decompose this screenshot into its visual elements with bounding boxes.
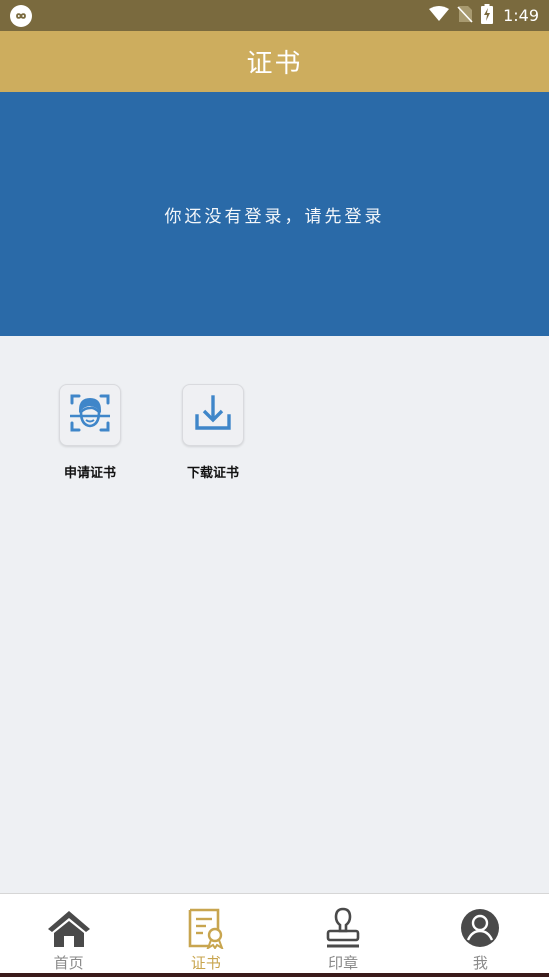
- tab-me-label: 我: [472, 954, 488, 972]
- no-sim-icon: [457, 5, 473, 27]
- tab-certificate[interactable]: 证书: [137, 894, 274, 973]
- tab-home[interactable]: 首页: [0, 894, 137, 973]
- apply-certificate-button[interactable]: 申请证书: [45, 384, 135, 481]
- apply-certificate-icon-box[interactable]: [59, 384, 121, 446]
- app-icon: [10, 4, 32, 27]
- certificate-icon: [183, 906, 229, 950]
- apply-certificate-label: 申请证书: [63, 466, 116, 481]
- app-header: 证书: [0, 31, 549, 92]
- tab-certificate-label: 证书: [190, 954, 221, 972]
- system-nav-strip: [0, 973, 549, 977]
- download-certificate-icon-box[interactable]: [182, 384, 244, 446]
- download-icon: [192, 392, 234, 438]
- tab-stamp[interactable]: 印章: [275, 894, 412, 973]
- login-prompt[interactable]: 你还没有登录，请先登录: [165, 202, 385, 227]
- tab-home-label: 首页: [53, 954, 84, 972]
- tab-stamp-label: 印章: [328, 954, 359, 972]
- status-bar: 1:49: [0, 0, 549, 31]
- login-banner[interactable]: 你还没有登录，请先登录: [0, 92, 549, 336]
- battery-charging-icon: [481, 3, 494, 28]
- face-scan-icon: [68, 391, 112, 439]
- page-title: 证书: [246, 49, 303, 79]
- download-certificate-label: 下载证书: [186, 466, 239, 481]
- wifi-icon: [429, 5, 450, 26]
- user-icon: [457, 906, 503, 950]
- status-time: 1:49: [503, 6, 539, 25]
- main-content: 申请证书 下载证书: [0, 336, 549, 893]
- bottom-tab-bar: 首页 证书 印章 我: [0, 893, 549, 973]
- home-icon: [46, 906, 92, 950]
- download-certificate-button[interactable]: 下载证书: [168, 384, 258, 481]
- tab-me[interactable]: 我: [412, 894, 549, 973]
- stamp-icon: [320, 906, 366, 950]
